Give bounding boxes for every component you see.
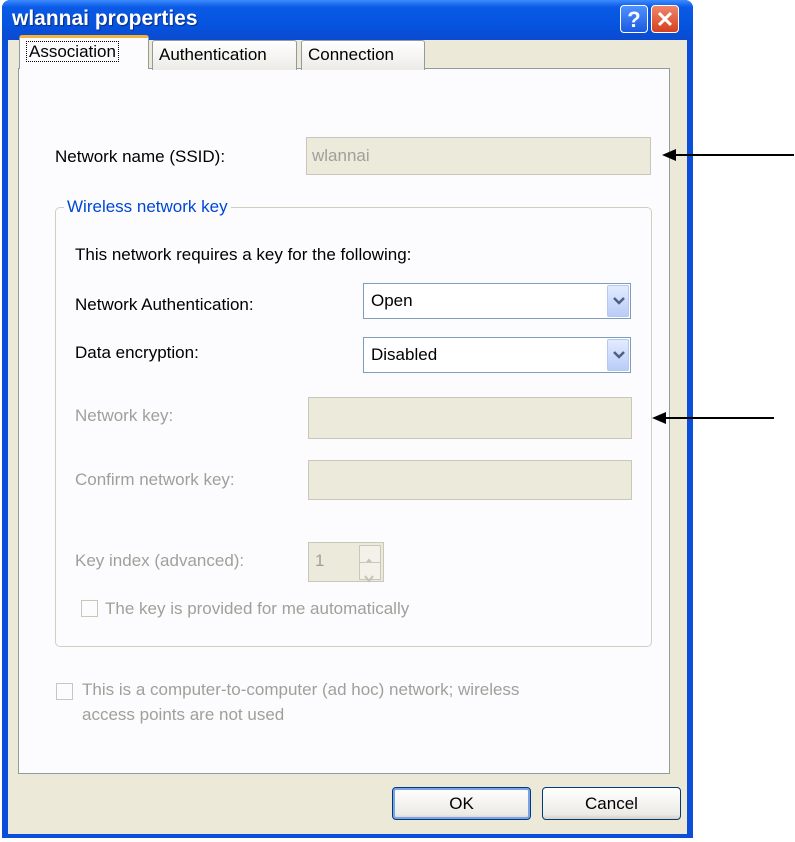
key-index-spinner[interactable]: 1 [308, 542, 384, 583]
annotation-arrow-icon [662, 149, 794, 161]
wireless-key-group-title: Wireless network key [64, 197, 231, 217]
cancel-button[interactable]: Cancel [542, 787, 681, 820]
tab-authentication[interactable]: Authentication [152, 40, 297, 70]
key-requirement-text: This network requires a key for the foll… [75, 245, 412, 264]
dropdown-arrow-icon[interactable] [607, 285, 629, 317]
dropdown-arrow-icon[interactable] [607, 339, 629, 371]
tab-connection[interactable]: Connection [301, 40, 425, 70]
confirm-network-key-label: Confirm network key: [75, 470, 235, 489]
spinner-up-icon[interactable] [359, 545, 381, 566]
auto-key-label: The key is provided for me automatically [105, 599, 410, 618]
ok-button[interactable]: OK [392, 787, 531, 820]
annotation-arrow-icon [652, 412, 774, 424]
network-authentication-value: Open [371, 291, 413, 310]
tab-association-label: Association [26, 41, 119, 62]
auto-key-checkbox[interactable] [81, 600, 98, 617]
spinner-down-icon[interactable] [359, 562, 381, 583]
ssid-label: Network name (SSID): [55, 147, 226, 166]
confirm-network-key-input[interactable] [308, 460, 632, 500]
help-button[interactable]: ? [620, 5, 648, 33]
window-title: wlannai properties [12, 7, 198, 30]
network-key-label: Network key: [75, 406, 174, 425]
adhoc-network-checkbox[interactable] [56, 683, 73, 700]
adhoc-network-label-line2: access points are not used [82, 705, 285, 724]
key-index-value: 1 [315, 551, 325, 570]
ssid-input[interactable]: wlannai [306, 137, 651, 175]
network-key-input[interactable] [308, 397, 632, 439]
data-encryption-value: Disabled [371, 345, 438, 364]
key-index-label: Key index (advanced): [75, 551, 245, 570]
data-encryption-label: Data encryption: [75, 343, 199, 362]
data-encryption-select[interactable]: Disabled [363, 337, 631, 373]
title-bar[interactable]: wlannai properties ? ✕ [2, 0, 693, 40]
adhoc-network-label-line1: This is a computer-to-computer (ad hoc) … [82, 680, 520, 699]
network-authentication-select[interactable]: Open [363, 283, 631, 319]
tab-association[interactable]: Association [19, 35, 149, 69]
close-button[interactable]: ✕ [651, 5, 679, 33]
network-authentication-label: Network Authentication: [75, 295, 254, 314]
